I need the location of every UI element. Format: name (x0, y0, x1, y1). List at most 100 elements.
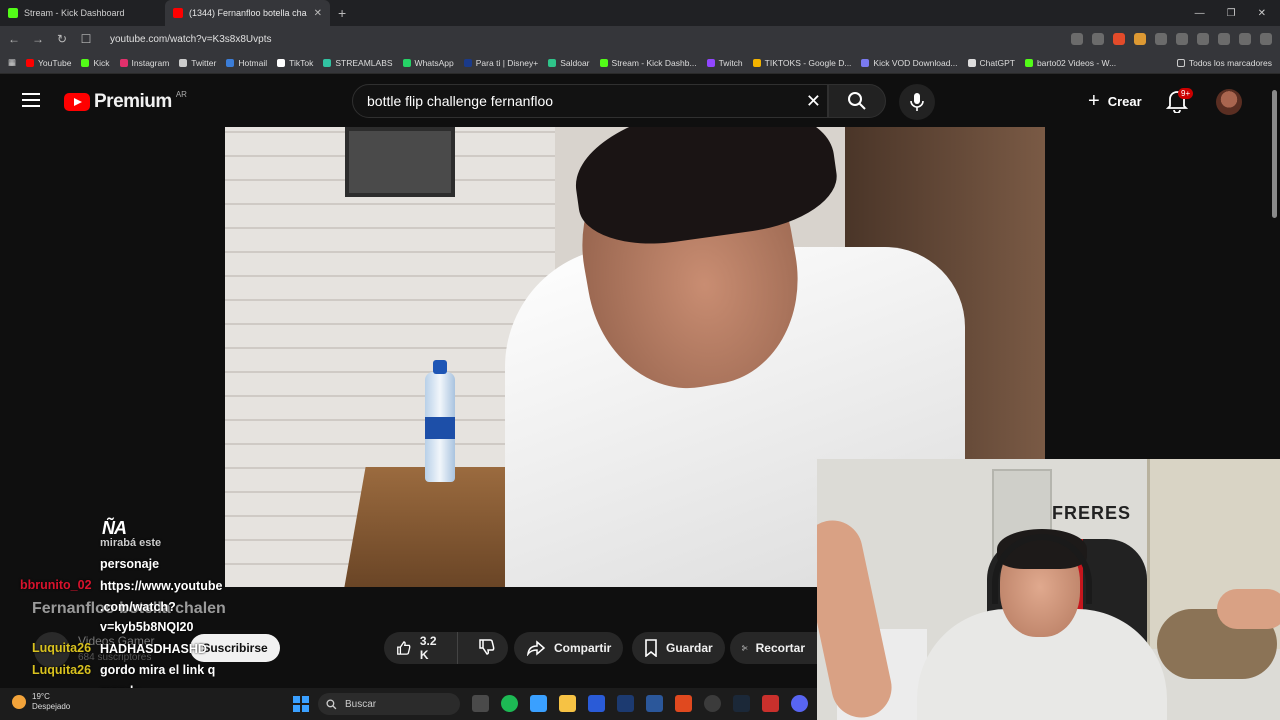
bookmark-kick-dashboard[interactable]: Stream - Kick Dashb... (599, 58, 697, 68)
microphone-icon (910, 93, 924, 111)
extension-icon[interactable] (1218, 33, 1230, 45)
bookmark-twitch[interactable]: Twitch (706, 58, 743, 68)
new-tab-icon[interactable]: + (338, 5, 346, 21)
kick-icon (599, 58, 608, 67)
browser-tab-strip: Stream - Kick Dashboard (1344) Fernanflo… (0, 0, 1280, 26)
kick-favicon-icon (8, 8, 18, 18)
apps-grid-icon[interactable]: ▦ (8, 57, 16, 68)
chat-message: HADHASDHASHD (100, 642, 207, 656)
forward-icon[interactable]: → (32, 32, 44, 46)
webcam-wall-sign: FRERES (1052, 503, 1132, 523)
page-scrollbar[interactable] (1272, 90, 1277, 218)
spotify-icon[interactable] (501, 695, 518, 712)
scissors-icon (742, 645, 748, 651)
vegas-icon[interactable] (588, 695, 605, 712)
reload-icon[interactable]: ↻ (56, 32, 68, 46)
webcam-raised-arm (817, 514, 898, 720)
close-tab-icon[interactable]: ✕ (314, 8, 322, 19)
plus-icon: + (1088, 89, 1100, 112)
extension-icon[interactable] (1092, 33, 1104, 45)
bookmark-page-icon[interactable]: ☐ (80, 32, 92, 46)
notepad-icon[interactable] (530, 695, 547, 712)
tiktok-icon (277, 58, 286, 67)
extension-icon[interactable] (1134, 33, 1146, 45)
bookmark-tiktok[interactable]: TikTok (277, 58, 313, 68)
bookmark-tiktoks-drive[interactable]: TIKTOKS - Google D... (752, 58, 851, 68)
share-button[interactable]: Compartir (514, 632, 624, 664)
youtube-favicon-icon (173, 8, 183, 18)
save-button[interactable]: Guardar (632, 632, 725, 664)
bookmark-chatgpt[interactable]: ChatGPT (967, 58, 1015, 68)
dislike-button[interactable] (466, 638, 508, 659)
google-drive-icon (752, 58, 761, 67)
weather-widget[interactable]: 19°C Despejado (12, 692, 70, 712)
account-avatar[interactable] (1216, 89, 1242, 115)
extension-icon[interactable] (1239, 33, 1251, 45)
notification-count-badge: 9+ (1178, 88, 1194, 99)
back-icon[interactable]: ← (8, 32, 20, 46)
extension-icon[interactable] (1197, 33, 1209, 45)
obs-icon[interactable] (704, 695, 721, 712)
create-button[interactable]: + Crear (1076, 86, 1154, 116)
steam-icon[interactable] (733, 695, 750, 712)
extension-icon[interactable] (1113, 33, 1125, 45)
photoshop-icon[interactable] (617, 695, 634, 712)
bookmark-disney[interactable]: Para ti | Disney+ (463, 58, 538, 68)
bookmark-twitter[interactable]: Twitter (179, 58, 216, 68)
all-bookmarks-folder[interactable]: Todos los marcadores (1176, 58, 1272, 68)
extension-icon[interactable] (1071, 33, 1083, 45)
bookmark-youtube[interactable]: YouTube (26, 58, 71, 68)
extension-icon[interactable] (1176, 33, 1188, 45)
x-icon (179, 58, 188, 67)
word-icon[interactable] (646, 695, 663, 712)
kick-icon (1024, 58, 1033, 67)
voice-search-button[interactable] (899, 84, 935, 120)
search-button[interactable] (828, 84, 886, 118)
folder-icon (1176, 58, 1185, 67)
discord-icon[interactable] (791, 695, 808, 712)
taskbar-search[interactable]: Buscar (318, 693, 460, 715)
extension-icon[interactable] (1155, 33, 1167, 45)
hamburger-menu-icon[interactable] (22, 93, 40, 111)
kick-icon (81, 58, 90, 67)
url-field[interactable]: youtube.com/watch?v=K3s8x8Uvpts (110, 34, 271, 45)
bookmark-hotmail[interactable]: Hotmail (226, 58, 267, 68)
bookmark-barto-videos[interactable]: barto02 Videos - W... (1024, 58, 1116, 68)
bookmark-kick-vod[interactable]: Kick VOD Download... (861, 58, 958, 68)
bookmark-instagram[interactable]: Instagram (119, 58, 169, 68)
clip-button[interactable]: Recortar (730, 632, 817, 664)
like-count: 3.2 K (419, 634, 437, 662)
file-explorer-icon[interactable] (559, 695, 576, 712)
tab-youtube-video[interactable]: (1344) Fernanfloo botella cha ✕ (165, 0, 330, 26)
youtube-premium-logo[interactable]: Premium AR (64, 90, 187, 113)
bookmark-streamlabs[interactable]: STREAMLABS (323, 58, 393, 68)
taskbar-pinned-apps (472, 695, 808, 712)
chat-message: v=kyb5b8NQI20 (100, 620, 194, 634)
webcam-overlay: FRERES (817, 459, 1280, 720)
recording-app-icon[interactable] (762, 695, 779, 712)
like-button[interactable]: 3.2 K (384, 632, 458, 664)
clear-search-icon[interactable]: ✕ (806, 91, 821, 112)
maximize-icon[interactable]: ❐ (1227, 8, 1236, 19)
bookmark-whatsapp[interactable]: WhatsApp (402, 58, 454, 68)
create-label: Crear (1107, 93, 1142, 109)
chat-message: gordo mira el link q (100, 663, 216, 677)
search-input[interactable] (353, 85, 773, 117)
thumbs-up-icon (397, 641, 411, 655)
chat-username: bbrunito_02 (20, 578, 92, 592)
minimize-icon[interactable]: — (1195, 8, 1205, 19)
search-icon (326, 698, 337, 709)
chat-message: .com/watch? (100, 600, 176, 614)
task-view-icon[interactable] (472, 695, 489, 712)
windows-start-icon[interactable] (293, 696, 309, 712)
brave-icon[interactable] (675, 695, 692, 712)
bookmark-saldoar[interactable]: Saldoar (548, 58, 590, 68)
menu-icon[interactable] (1260, 33, 1272, 45)
chatgpt-icon (967, 58, 976, 67)
close-window-icon[interactable]: ✕ (1258, 8, 1266, 19)
bookmark-kick[interactable]: Kick (81, 58, 110, 68)
tab-kick-dashboard[interactable]: Stream - Kick Dashboard (0, 0, 165, 26)
share-label: Compartir (554, 641, 612, 655)
tab-title: (1344) Fernanfloo botella cha (189, 8, 307, 18)
extensions-bar (1071, 33, 1272, 45)
